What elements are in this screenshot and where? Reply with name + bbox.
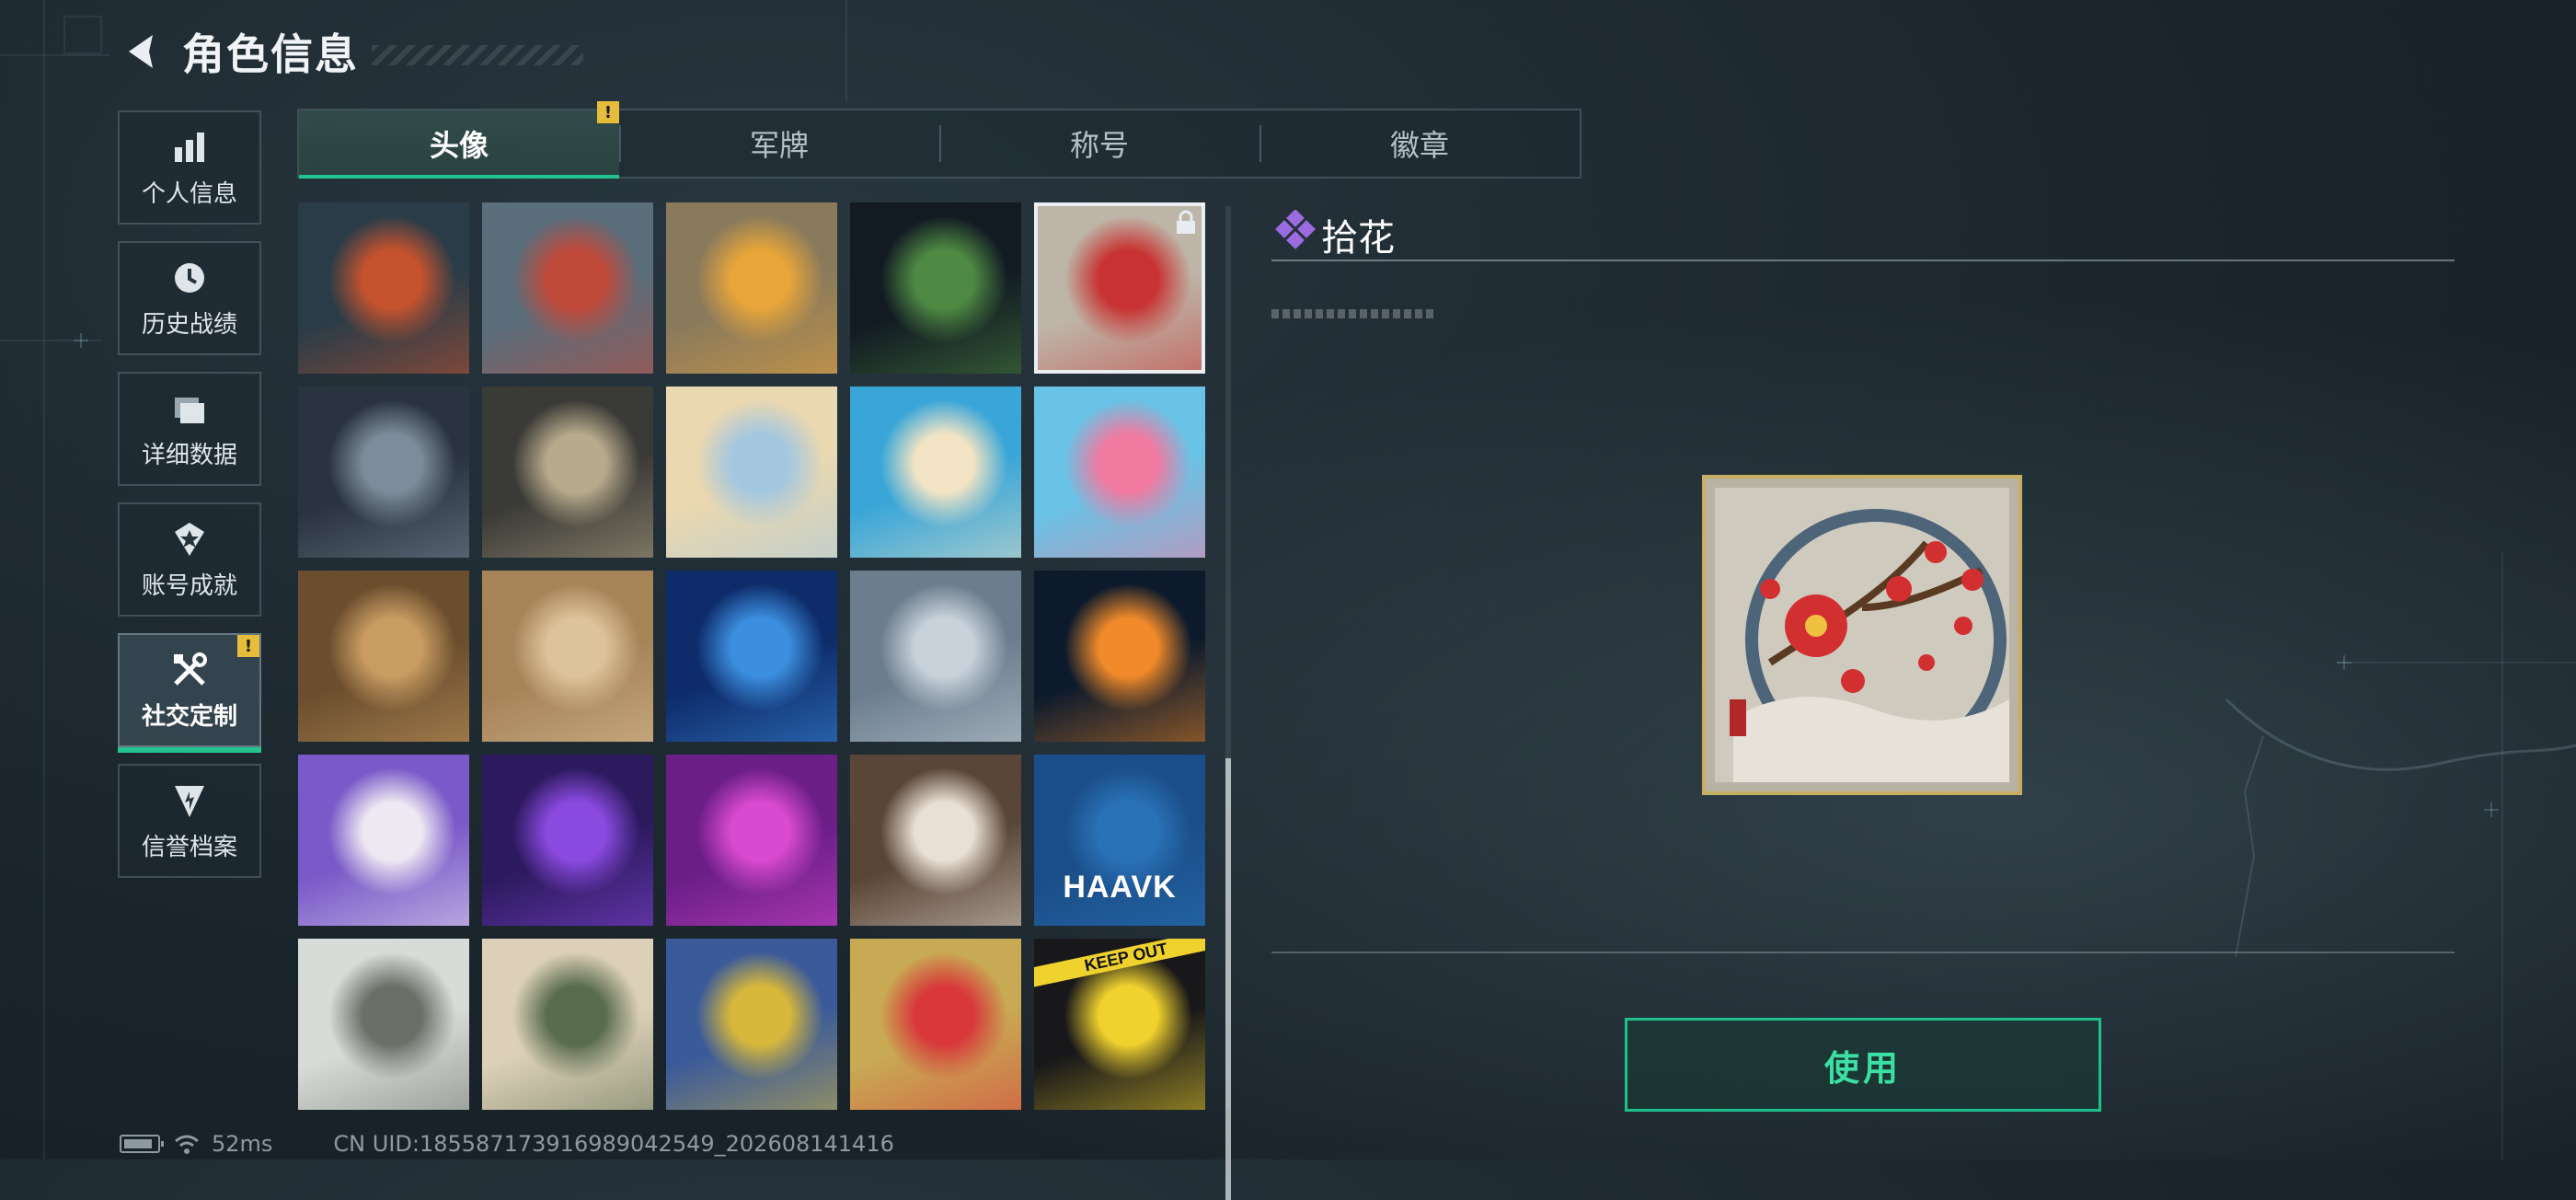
status-bar: 52ms CN UID:185587173916989042549_202608… xyxy=(120,1130,894,1158)
scrollbar-thumb[interactable] xyxy=(1225,758,1231,1200)
desert-soldier-avatar[interactable] xyxy=(482,571,653,742)
tab-label: 徽章 xyxy=(1389,128,1449,163)
glasses-man-avatar[interactable] xyxy=(482,755,653,926)
blue-helmet-avatar[interactable] xyxy=(666,571,837,742)
bar-chart-icon xyxy=(169,127,210,167)
detail-divider xyxy=(1271,952,2455,953)
shield-emblem-icon xyxy=(169,780,210,821)
bearded-man-avatar[interactable] xyxy=(298,571,469,742)
lone-chair-avatar[interactable] xyxy=(850,571,1021,742)
sidebar-item-label: 个人信息 xyxy=(141,179,237,208)
castle-tower-avatar[interactable] xyxy=(482,202,653,374)
sidebar-item-label: 社交定制 xyxy=(141,702,237,731)
sidebar-item-personal-info[interactable]: 个人信息 xyxy=(118,110,261,225)
plum-blossom-avatar[interactable] xyxy=(1034,202,1205,374)
uid-text: CN UID:185587173916989042549_20260814141… xyxy=(333,1131,894,1157)
octopus-wave-avatar[interactable] xyxy=(850,939,1021,1110)
mech-pilot-avatar[interactable] xyxy=(666,202,837,374)
item-name: 拾花 xyxy=(1321,217,1395,260)
haavk-logo-text: HAAVK xyxy=(1063,870,1177,905)
avatar-grid-scrollbar[interactable] xyxy=(1225,206,1231,1200)
back-arrow-icon xyxy=(129,35,153,68)
achievement-icon xyxy=(169,519,210,560)
sidebar-item-label: 账号成就 xyxy=(141,571,237,600)
lock-icon xyxy=(1177,210,1195,234)
back-button[interactable] xyxy=(118,28,166,75)
tab-title[interactable]: 称号 xyxy=(939,110,1259,177)
goose-keep-out-avatar[interactable]: KEEP OUT xyxy=(1034,939,1205,1110)
haavk-logo-avatar[interactable]: HAAVK xyxy=(1034,755,1205,926)
sidebar-item-detailed-data[interactable]: 详细数据 xyxy=(118,372,261,486)
tab-label: 称号 xyxy=(1069,128,1129,163)
sidebar-item-social-custom[interactable]: ! 社交定制 xyxy=(118,633,261,753)
purple-diamond-icon xyxy=(1275,210,1316,249)
tactical-map-avatar[interactable] xyxy=(482,387,653,558)
sidebar-item-label: 历史战绩 xyxy=(141,310,237,339)
page-title: 角色信息 xyxy=(182,29,359,79)
tab-dog-tag[interactable]: 军牌 xyxy=(619,110,939,177)
crossed-swords-avatar[interactable] xyxy=(298,202,469,374)
title-decoration xyxy=(372,45,583,65)
sidebar-item-achievements[interactable]: 账号成就 xyxy=(118,502,261,617)
helmet-kid-avatar[interactable] xyxy=(298,939,469,1110)
tools-icon xyxy=(169,650,210,690)
tab-label: 军牌 xyxy=(749,128,809,163)
soldier-with-box-avatar[interactable] xyxy=(850,202,1021,374)
sidebar-item-label: 详细数据 xyxy=(141,441,237,469)
wifi-icon xyxy=(175,1135,199,1154)
goggles-woman-avatar[interactable] xyxy=(666,755,837,926)
tab-badge[interactable]: 徽章 xyxy=(1259,110,1580,177)
detail-header: 拾花 xyxy=(1271,204,2455,261)
beach-girl-avatar[interactable] xyxy=(666,387,837,558)
battery-icon xyxy=(120,1135,164,1153)
notice-badge: ! xyxy=(597,101,619,123)
avatar-grid: HAAVK KEEP OUT xyxy=(298,202,1218,1113)
page-header: 角色信息 xyxy=(118,22,583,81)
use-button[interactable]: 使用 xyxy=(1625,1018,2101,1112)
use-button-label: 使用 xyxy=(1823,1047,1902,1089)
category-tabs: 头像 ! 军牌 称号 徽章 xyxy=(297,101,1581,179)
burning-planet-avatar[interactable] xyxy=(1034,571,1205,742)
flamingo-float-avatar[interactable] xyxy=(1034,387,1205,558)
surfer-boy-avatar[interactable] xyxy=(850,387,1021,558)
sidebar-item-label: 信誉档案 xyxy=(141,833,237,861)
sidebar: 个人信息 历史战绩 详细数据 账号成就 ! 社交定制 信誉档案 xyxy=(118,110,265,894)
item-description-placeholder xyxy=(1271,309,1433,318)
totem-robot-avatar[interactable] xyxy=(666,939,837,1110)
notice-badge: ! xyxy=(237,635,259,657)
tab-avatar[interactable]: 头像 ! xyxy=(299,101,619,179)
folder-icon xyxy=(169,388,210,429)
sidebar-item-match-history[interactable]: 历史战绩 xyxy=(118,241,261,355)
tab-label: 头像 xyxy=(429,128,489,163)
keep-out-tape-text: KEEP OUT xyxy=(1034,939,1205,988)
sidebar-item-reputation[interactable]: 信誉档案 xyxy=(118,764,261,878)
ping-readout: 52ms xyxy=(212,1131,273,1157)
star-emblem-avatar[interactable] xyxy=(850,755,1021,926)
plum-blossom-preview xyxy=(1702,475,2022,795)
sniper-soldier-avatar[interactable] xyxy=(298,387,469,558)
cap-soldier-avatar[interactable] xyxy=(482,939,653,1110)
screaming-cat-avatar[interactable] xyxy=(298,755,469,926)
clock-history-icon xyxy=(169,258,210,298)
